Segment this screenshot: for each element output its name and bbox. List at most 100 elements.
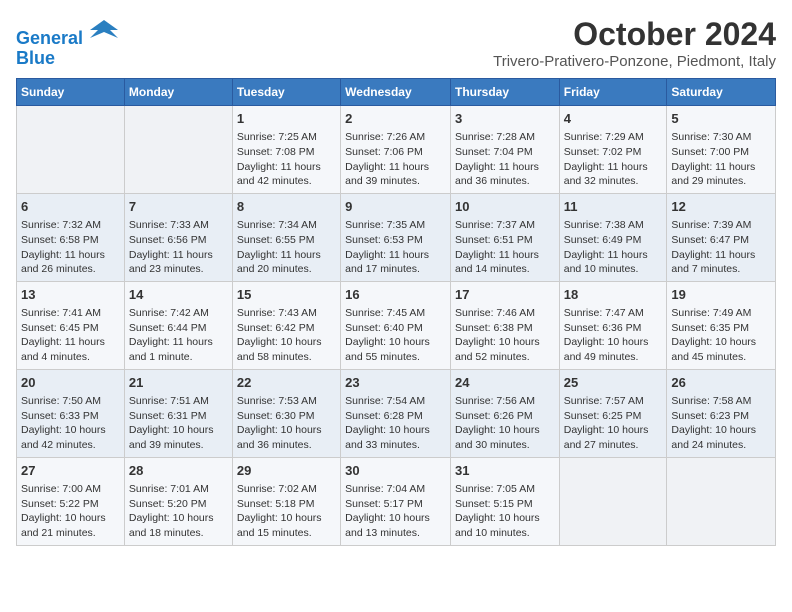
day-cell: 13 Sunrise: 7:41 AM Sunset: 6:45 PM Dayli… <box>17 281 125 369</box>
day-number: 5 <box>671 110 771 128</box>
day-info: Sunrise: 7:43 AM Sunset: 6:42 PM Dayligh… <box>237 306 336 365</box>
day-number: 21 <box>129 374 228 392</box>
day-cell: 12 Sunrise: 7:39 AM Sunset: 6:47 PM Dayli… <box>667 193 776 281</box>
day-info: Sunrise: 7:01 AM Sunset: 5:20 PM Dayligh… <box>129 482 228 541</box>
day-info: Sunrise: 7:37 AM Sunset: 6:51 PM Dayligh… <box>455 218 555 277</box>
day-cell: 9Sunrise: 7:35 AM Sunset: 6:53 PM Daylig… <box>341 193 451 281</box>
day-cell: 1Sunrise: 7:25 AM Sunset: 7:08 PM Daylig… <box>232 106 340 194</box>
day-info: Sunrise: 7:38 AM Sunset: 6:49 PM Dayligh… <box>564 218 663 277</box>
day-info: Sunrise: 7:47 AM Sunset: 6:36 PM Dayligh… <box>564 306 663 365</box>
day-cell: 11 Sunrise: 7:38 AM Sunset: 6:49 PM Dayli… <box>559 193 667 281</box>
day-cell: 30Sunrise: 7:04 AM Sunset: 5:17 PM Dayli… <box>341 457 451 545</box>
day-info: Sunrise: 7:53 AM Sunset: 6:30 PM Dayligh… <box>237 394 336 453</box>
day-number: 12 <box>671 198 771 216</box>
week-row-2: 13 Sunrise: 7:41 AM Sunset: 6:45 PM Dayli… <box>17 281 776 369</box>
day-number: 9 <box>345 198 446 216</box>
header-sunday: Sunday <box>17 79 125 106</box>
day-number: 2 <box>345 110 446 128</box>
day-info: Sunrise: 7:25 AM Sunset: 7:08 PM Dayligh… <box>237 130 336 189</box>
logo-general: General <box>16 28 83 48</box>
day-number: 26 <box>671 374 771 392</box>
day-info: Sunrise: 7:56 AM Sunset: 6:26 PM Dayligh… <box>455 394 555 453</box>
day-info: Sunrise: 7:45 AM Sunset: 6:40 PM Dayligh… <box>345 306 446 365</box>
day-info: Sunrise: 7:54 AM Sunset: 6:28 PM Dayligh… <box>345 394 446 453</box>
day-cell: 26 Sunrise: 7:58 AM Sunset: 6:23 PM Dayli… <box>667 369 776 457</box>
day-number: 14 <box>129 286 228 304</box>
day-cell: 23 Sunrise: 7:54 AM Sunset: 6:28 PM Dayli… <box>341 369 451 457</box>
day-info: Sunrise: 7:34 AM Sunset: 6:55 PM Dayligh… <box>237 218 336 277</box>
day-number: 23 <box>345 374 446 392</box>
day-cell: 3Sunrise: 7:28 AM Sunset: 7:04 PM Daylig… <box>450 106 559 194</box>
header-saturday: Saturday <box>667 79 776 106</box>
page-header: General Blue October 2024 Trivero-Prativ… <box>16 16 776 70</box>
day-number: 11 <box>564 198 663 216</box>
page-title: October 2024 <box>493 16 776 53</box>
day-cell: 22 Sunrise: 7:53 AM Sunset: 6:30 PM Dayli… <box>232 369 340 457</box>
day-number: 30 <box>345 462 446 480</box>
day-number: 4 <box>564 110 663 128</box>
day-cell <box>124 106 232 194</box>
day-number: 31 <box>455 462 555 480</box>
header-tuesday: Tuesday <box>232 79 340 106</box>
logo-text: General <box>16 16 118 49</box>
day-cell: 21Sunrise: 7:51 AM Sunset: 6:31 PM Dayli… <box>124 369 232 457</box>
day-info: Sunrise: 7:30 AM Sunset: 7:00 PM Dayligh… <box>671 130 771 189</box>
day-number: 17 <box>455 286 555 304</box>
day-number: 27 <box>21 462 120 480</box>
day-info: Sunrise: 7:42 AM Sunset: 6:44 PM Dayligh… <box>129 306 228 365</box>
day-info: Sunrise: 7:39 AM Sunset: 6:47 PM Dayligh… <box>671 218 771 277</box>
day-number: 6 <box>21 198 120 216</box>
day-number: 13 <box>21 286 120 304</box>
week-row-0: 1Sunrise: 7:25 AM Sunset: 7:08 PM Daylig… <box>17 106 776 194</box>
week-row-1: 6 Sunrise: 7:32 AM Sunset: 6:58 PM Daylig… <box>17 193 776 281</box>
day-cell <box>559 457 667 545</box>
day-number: 18 <box>564 286 663 304</box>
day-number: 3 <box>455 110 555 128</box>
day-cell: 15 Sunrise: 7:43 AM Sunset: 6:42 PM Dayli… <box>232 281 340 369</box>
day-number: 24 <box>455 374 555 392</box>
day-number: 19 <box>671 286 771 304</box>
day-info: Sunrise: 7:41 AM Sunset: 6:45 PM Dayligh… <box>21 306 120 365</box>
day-number: 22 <box>237 374 336 392</box>
logo: General Blue <box>16 16 118 69</box>
day-info: Sunrise: 7:05 AM Sunset: 5:15 PM Dayligh… <box>455 482 555 541</box>
title-block: October 2024 Trivero-Prativero-Ponzone, … <box>493 16 776 70</box>
header-thursday: Thursday <box>450 79 559 106</box>
calendar-header-row: SundayMondayTuesdayWednesdayThursdayFrid… <box>17 79 776 106</box>
page-subtitle: Trivero-Prativero-Ponzone, Piedmont, Ita… <box>493 53 776 70</box>
day-cell: 7 Sunrise: 7:33 AM Sunset: 6:56 PM Daylig… <box>124 193 232 281</box>
day-cell: 17 Sunrise: 7:46 AM Sunset: 6:38 PM Dayli… <box>450 281 559 369</box>
day-cell: 29Sunrise: 7:02 AM Sunset: 5:18 PM Dayli… <box>232 457 340 545</box>
day-cell <box>667 457 776 545</box>
day-number: 20 <box>21 374 120 392</box>
day-cell: 4Sunrise: 7:29 AM Sunset: 7:02 PM Daylig… <box>559 106 667 194</box>
day-number: 7 <box>129 198 228 216</box>
header-friday: Friday <box>559 79 667 106</box>
day-info: Sunrise: 7:32 AM Sunset: 6:58 PM Dayligh… <box>21 218 120 277</box>
day-info: Sunrise: 7:57 AM Sunset: 6:25 PM Dayligh… <box>564 394 663 453</box>
day-number: 15 <box>237 286 336 304</box>
day-cell: 2 Sunrise: 7:26 AM Sunset: 7:06 PM Daylig… <box>341 106 451 194</box>
day-number: 16 <box>345 286 446 304</box>
header-wednesday: Wednesday <box>341 79 451 106</box>
day-cell: 5 Sunrise: 7:30 AM Sunset: 7:00 PM Daylig… <box>667 106 776 194</box>
day-cell: 19 Sunrise: 7:49 AM Sunset: 6:35 PM Dayli… <box>667 281 776 369</box>
day-info: Sunrise: 7:46 AM Sunset: 6:38 PM Dayligh… <box>455 306 555 365</box>
header-monday: Monday <box>124 79 232 106</box>
day-info: Sunrise: 7:26 AM Sunset: 7:06 PM Dayligh… <box>345 130 446 189</box>
day-info: Sunrise: 7:33 AM Sunset: 6:56 PM Dayligh… <box>129 218 228 277</box>
day-cell: 8Sunrise: 7:34 AM Sunset: 6:55 PM Daylig… <box>232 193 340 281</box>
day-cell: 14 Sunrise: 7:42 AM Sunset: 6:44 PM Dayli… <box>124 281 232 369</box>
day-info: Sunrise: 7:49 AM Sunset: 6:35 PM Dayligh… <box>671 306 771 365</box>
day-cell: 16 Sunrise: 7:45 AM Sunset: 6:40 PM Dayli… <box>341 281 451 369</box>
logo-bird-icon <box>90 16 118 44</box>
day-cell: 31 Sunrise: 7:05 AM Sunset: 5:15 PM Dayli… <box>450 457 559 545</box>
logo-blue: Blue <box>16 49 118 69</box>
day-number: 28 <box>129 462 228 480</box>
day-info: Sunrise: 7:00 AM Sunset: 5:22 PM Dayligh… <box>21 482 120 541</box>
day-cell: 28 Sunrise: 7:01 AM Sunset: 5:20 PM Dayli… <box>124 457 232 545</box>
day-cell: 10Sunrise: 7:37 AM Sunset: 6:51 PM Dayli… <box>450 193 559 281</box>
day-info: Sunrise: 7:50 AM Sunset: 6:33 PM Dayligh… <box>21 394 120 453</box>
day-info: Sunrise: 7:58 AM Sunset: 6:23 PM Dayligh… <box>671 394 771 453</box>
day-number: 29 <box>237 462 336 480</box>
